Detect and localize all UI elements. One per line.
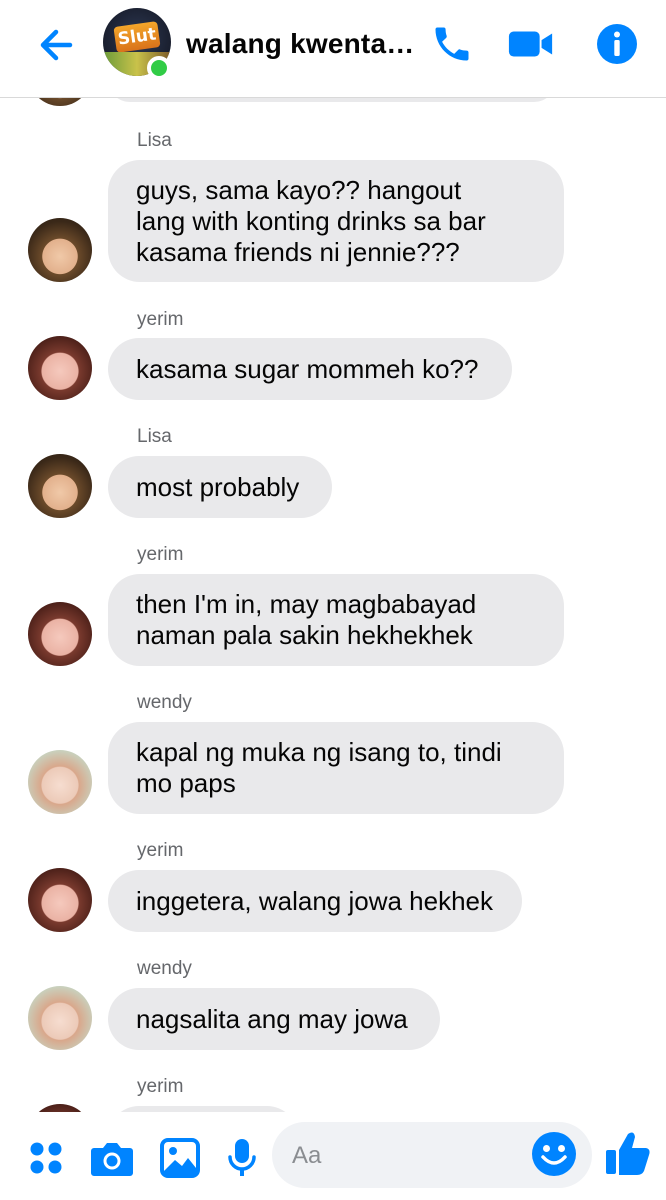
thumbs-up-icon[interactable] xyxy=(604,1128,652,1178)
back-arrow-icon[interactable] xyxy=(34,22,80,68)
video-camera-icon[interactable] xyxy=(507,20,555,68)
sender-name: Lisa xyxy=(137,130,172,151)
avatar-yerim[interactable] xyxy=(28,336,92,400)
message-bubble[interactable]: then I'm in, may magbabayad naman pala s… xyxy=(108,574,564,666)
emoji-icon[interactable] xyxy=(530,1130,578,1178)
sender-name: wendy xyxy=(137,958,192,979)
message-bubble[interactable]: nagsalita ang may jowa xyxy=(108,988,440,1050)
info-icon[interactable] xyxy=(593,20,641,68)
microphone-icon[interactable] xyxy=(218,1134,266,1182)
avatar-yerim[interactable] xyxy=(28,868,92,932)
conversation-header: Slut walang kwentan... xyxy=(0,0,666,98)
image-icon[interactable] xyxy=(156,1134,204,1182)
message-bubble[interactable]: guys, sama kayo?? hangout lang with kont… xyxy=(108,160,564,282)
sender-name: yerim xyxy=(137,840,184,861)
message-input-placeholder: Aa xyxy=(292,1142,322,1169)
avatar xyxy=(28,98,92,106)
message-bubble[interactable]: inggetera, walang jowa hekhek xyxy=(108,870,522,932)
message-bubble[interactable]: most probably xyxy=(108,456,332,518)
sender-name: wendy xyxy=(137,692,192,713)
avatar-lisa[interactable] xyxy=(28,218,92,282)
message-bubble[interactable]: kapal ng muka ng isang to, tindi mo paps xyxy=(108,722,564,814)
phone-icon[interactable] xyxy=(428,20,476,68)
avatar-wendy[interactable] xyxy=(28,986,92,1050)
sender-name: yerim xyxy=(137,544,184,565)
sender-name: yerim xyxy=(137,1076,184,1097)
message-bubble-cut[interactable] xyxy=(108,98,556,102)
group-avatar-logo: Slut xyxy=(113,21,161,53)
group-avatar[interactable]: Slut xyxy=(103,8,171,80)
conversation-title[interactable]: walang kwentan... xyxy=(186,28,416,60)
four-dots-icon[interactable] xyxy=(22,1134,70,1182)
avatar-yerim[interactable] xyxy=(28,602,92,666)
sender-name: Lisa xyxy=(137,426,172,447)
online-status-dot xyxy=(147,56,171,80)
message-bubble[interactable]: kasama sugar mommeh ko?? xyxy=(108,338,512,400)
avatar-wendy[interactable] xyxy=(28,750,92,814)
avatar-lisa[interactable] xyxy=(28,454,92,518)
camera-icon[interactable] xyxy=(88,1134,136,1182)
avatar-yerim[interactable] xyxy=(28,1104,92,1112)
message-list[interactable]: Lisa guys, sama kayo?? hangout lang with… xyxy=(0,98,666,1112)
sender-name: yerim xyxy=(137,309,184,330)
